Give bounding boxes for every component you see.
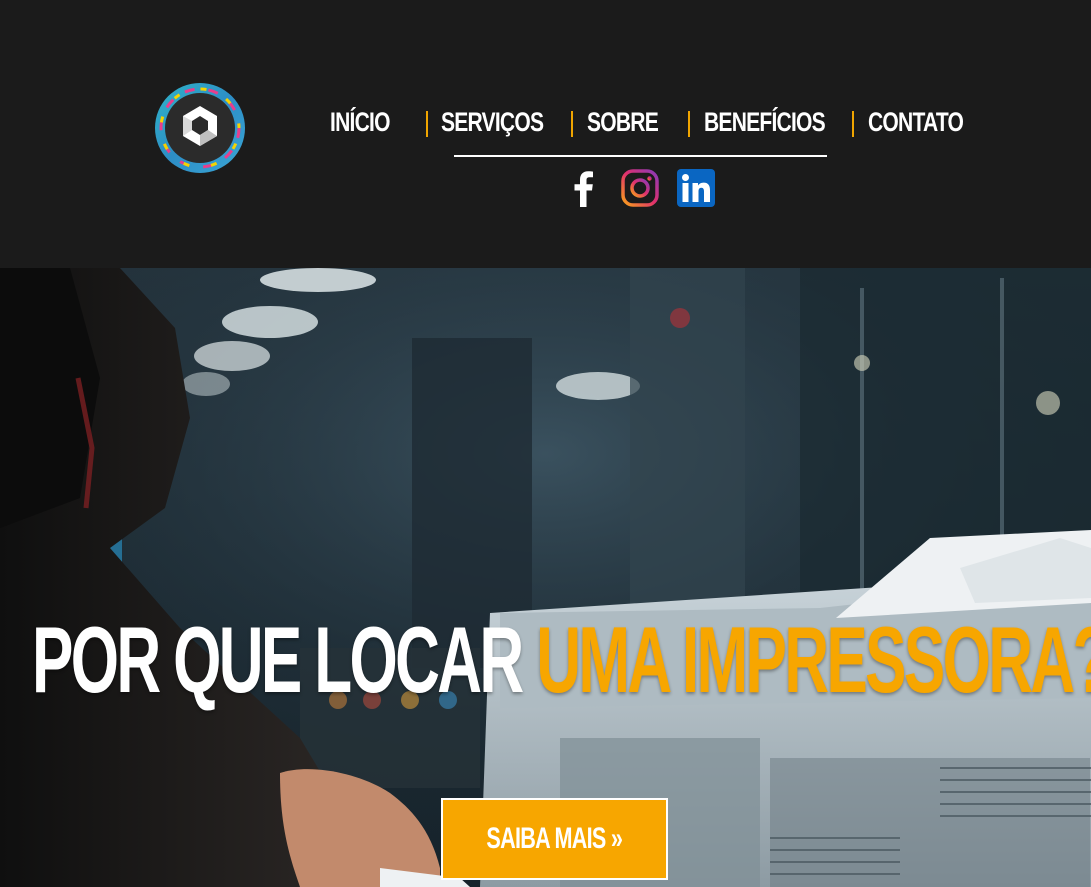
site-header: INÍCIO SERVIÇOS SOBRE BENEFÍCIOS CONTATO (0, 0, 1091, 268)
instagram-icon[interactable] (620, 168, 660, 208)
nav-item-sobre[interactable]: SOBRE (587, 104, 659, 140)
nav-item-servicos[interactable]: SERVIÇOS (441, 104, 544, 140)
hero-title: POR QUE LOCAR UMA IMPRESSORA? (32, 607, 1091, 712)
nav-separator (852, 111, 854, 137)
saiba-mais-label: SAIBA MAIS » (486, 822, 624, 855)
nav-item-contato[interactable]: CONTATO (868, 104, 964, 140)
hero-section: POR QUE LOCAR UMA IMPRESSORA? SAIBA MAIS… (0, 268, 1091, 887)
hero-title-white: POR QUE LOCAR (32, 607, 524, 712)
hero-title-highlight: UMA IMPRESSORA? (536, 607, 1091, 712)
nav-item-beneficios[interactable]: BENEFÍCIOS (704, 104, 826, 140)
nav-separator (426, 111, 428, 137)
nav-underline (454, 155, 827, 157)
hero-background-image (0, 268, 1091, 887)
saiba-mais-button[interactable]: SAIBA MAIS » (441, 798, 668, 880)
nav-separator (571, 111, 573, 137)
nav-separator (688, 111, 690, 137)
main-nav: INÍCIO SERVIÇOS SOBRE BENEFÍCIOS CONTATO (310, 104, 1000, 140)
linkedin-icon[interactable] (676, 168, 716, 208)
cube-logo-icon[interactable] (154, 82, 246, 174)
nav-item-inicio[interactable]: INÍCIO (330, 104, 390, 140)
facebook-icon[interactable] (564, 168, 604, 208)
